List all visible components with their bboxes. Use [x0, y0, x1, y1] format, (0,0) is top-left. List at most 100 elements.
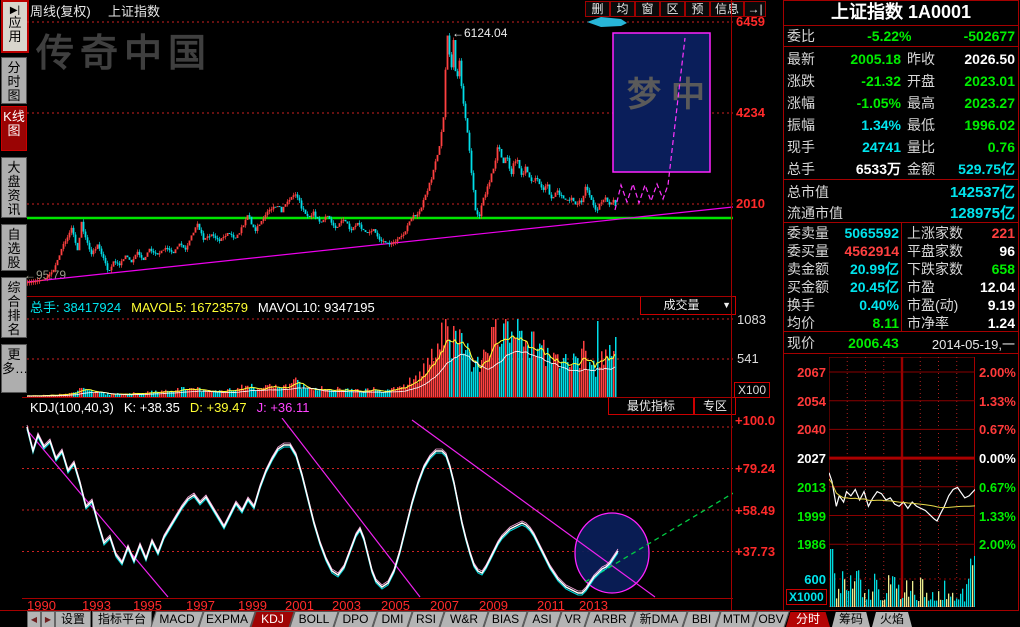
- right-tab-火焰[interactable]: 火焰: [872, 612, 912, 627]
- sidebar-item-2[interactable]: 分时图: [1, 57, 27, 104]
- sidebar-item-label: 分时图: [2, 61, 26, 103]
- quote-row: 均价8.11市净率1.24: [784, 314, 1018, 332]
- quote-row: 换手0.40%市盈(动)9.19: [784, 296, 1018, 314]
- mini-price-tick: 2054: [786, 394, 826, 409]
- sidebar-item-label: 应用: [3, 16, 27, 44]
- sidebar-item-1[interactable]: ▶|应用: [1, 0, 29, 53]
- quote-row: 涨幅-1.05%最高2023.27: [784, 92, 1018, 114]
- volume-unit-label: X100: [734, 382, 770, 398]
- quote-row: 振幅1.34%最低1996.02: [784, 114, 1018, 136]
- field-label: 上涨家数: [907, 223, 971, 243]
- kdj-y-tick: +79.24: [735, 461, 775, 476]
- indicator-tab-MTM[interactable]: MTM: [715, 611, 758, 627]
- quote-row: 现手24741量比0.76: [784, 136, 1018, 158]
- indicator-tab-BOLL[interactable]: BOLL: [289, 611, 339, 627]
- kdj-button-1[interactable]: 最优指标: [608, 397, 694, 415]
- kdj-header: KDJ(100,40,3)K: +38.35D: +39.47J: +36.11: [30, 399, 320, 417]
- field-value: 0.40%: [839, 297, 899, 313]
- volume-type-dropdown[interactable]: 成交量 ▼: [640, 296, 736, 315]
- field-value: 2023.01: [955, 73, 1015, 89]
- quote-row: 委卖量5065592上涨家数221: [784, 224, 1018, 242]
- indicator-tab-ASI[interactable]: ASI: [522, 611, 562, 627]
- toolbar-button-设置[interactable]: 设置: [55, 611, 91, 627]
- field-label: 昨收: [907, 49, 955, 69]
- field-label: 平盘家数: [907, 241, 971, 261]
- right-tab-筹码[interactable]: 筹码: [832, 612, 870, 627]
- price-label: 现价: [787, 333, 815, 353]
- field-label: 总手: [787, 159, 831, 179]
- main-y-tick: 6459: [736, 14, 765, 29]
- divider: [784, 353, 1018, 354]
- mini-pct-tick: 2.00%: [979, 365, 1016, 380]
- kdj-button-2[interactable]: 专区: [694, 397, 736, 415]
- field-value: 4562914: [839, 243, 899, 259]
- field-label: 市净率: [907, 313, 971, 333]
- field-value: 1996.02: [955, 117, 1015, 133]
- divider: [731, 0, 732, 611]
- indicator-tab-DMI[interactable]: DMI: [372, 611, 413, 627]
- volume-header: 总手: 38417924MAVOL5: 16723579MAVOL10: 934…: [30, 297, 385, 317]
- sidebar-item-label: 大盘资讯: [2, 161, 26, 217]
- toolbar-nav-prev[interactable]: ◀: [27, 611, 41, 627]
- current-price-row: 现价2006.432014-05-19,一: [784, 333, 1018, 353]
- sidebar-item-7[interactable]: 更多…: [1, 344, 27, 393]
- field-value: 142537亿: [829, 181, 1015, 202]
- field-value: -21.32: [831, 73, 901, 89]
- price-value: 2006.43: [815, 335, 932, 351]
- indicator-tab-EXPMA[interactable]: EXPMA: [198, 611, 256, 627]
- volume-header-item: MAVOL10: 9347195: [258, 300, 375, 315]
- field-value: 12.04: [971, 279, 1015, 295]
- kdj-indicator-chart[interactable]: [22, 418, 733, 598]
- chevron-down-icon: ▼: [722, 297, 731, 314]
- right-tab-分时[interactable]: 分时: [786, 612, 830, 627]
- field-label: 最低: [907, 115, 955, 135]
- indicator-tab-ARBR[interactable]: ARBR: [584, 611, 636, 627]
- sidebar-item-label: 更多…: [2, 348, 26, 376]
- field-value: 658: [971, 261, 1015, 277]
- sidebar-item-3[interactable]: K线图: [1, 106, 27, 151]
- toolbar-button-指标平台[interactable]: 指标平台: [92, 611, 152, 627]
- indicator-tab-DPO[interactable]: DPO: [333, 611, 378, 627]
- quote-row: 总市值142537亿: [784, 181, 1018, 202]
- field-label: 振幅: [787, 115, 831, 135]
- volume-header-item: 总手: 38417924: [30, 300, 121, 315]
- intraday-mini-chart[interactable]: [829, 357, 975, 607]
- quote-row: 涨跌-21.32开盘2023.01: [784, 70, 1018, 92]
- sidebar-item-label: K线图: [2, 110, 26, 138]
- field-label: 开盘: [907, 71, 955, 91]
- field-label: 金额: [907, 159, 955, 179]
- field-value: 20.99亿: [839, 259, 899, 279]
- sidebar-item-6[interactable]: 综合排名: [1, 277, 27, 338]
- field-value: 2005.18: [831, 51, 901, 67]
- field-value: 20.45亿: [839, 277, 899, 297]
- volume-y-tick: 541: [737, 351, 759, 366]
- indicator-tab-OBV[interactable]: OBV: [752, 611, 790, 627]
- mini-volume-tick: 600: [786, 572, 826, 587]
- indicator-tab-MACD[interactable]: MACD: [150, 611, 204, 627]
- sidebar-item-4[interactable]: 大盘资讯: [1, 157, 27, 218]
- sidebar-item-5[interactable]: 自选股: [1, 224, 27, 271]
- field-label: 下跌家数: [907, 259, 971, 279]
- indicator-tab-BIAS[interactable]: BIAS: [483, 611, 528, 627]
- sidebar-item-label: 综合排名: [2, 281, 26, 337]
- mini-price-tick: 2013: [786, 480, 826, 495]
- weibi-label: 委比: [787, 26, 815, 46]
- field-label: 均价: [787, 313, 839, 333]
- indicator-tab-BBI[interactable]: BBI: [682, 611, 721, 627]
- main-candlestick-chart[interactable]: 梦中: [27, 14, 733, 296]
- field-label: 委卖量: [787, 223, 839, 243]
- divider: [22, 397, 733, 398]
- toolbar-nav-next[interactable]: ▶: [41, 611, 55, 627]
- app-window: ▶|应用分时图K线图大盘资讯自选股综合排名更多… 周线(复权) 上证指数 删均窗…: [0, 0, 1020, 627]
- indicator-tab-KDJ[interactable]: KDJ: [250, 611, 295, 627]
- field-label: 买金额: [787, 277, 839, 297]
- kdj-header-item: D: +39.47: [190, 400, 247, 415]
- volume-chart[interactable]: [27, 315, 733, 397]
- field-value: 9.19: [971, 297, 1015, 313]
- indicator-tab-W&R[interactable]: W&R: [439, 611, 489, 627]
- weibi-value: -5.22%: [815, 28, 964, 44]
- field-label: 最新: [787, 49, 831, 69]
- field-value: -1.05%: [831, 95, 901, 111]
- indicator-tab-新DMA[interactable]: 新DMA: [630, 611, 688, 627]
- field-label: 委买量: [787, 241, 839, 261]
